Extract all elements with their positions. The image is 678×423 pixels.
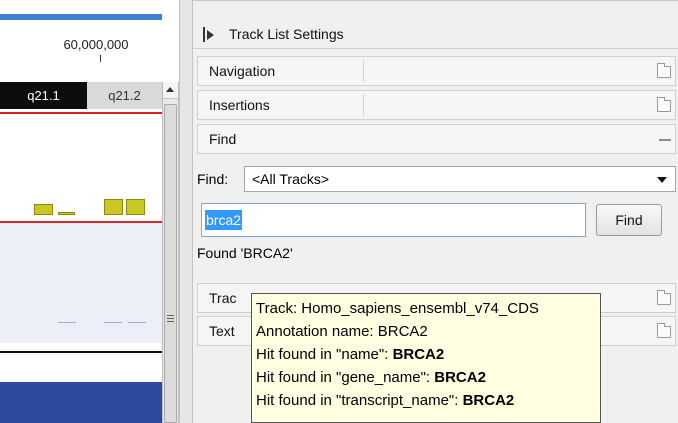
track-scope-value: <All Tracks> bbox=[252, 171, 330, 187]
tooltip-annotation: Annotation name: BRCA2 bbox=[256, 323, 428, 340]
feature-bar[interactable] bbox=[104, 199, 123, 215]
section-label: Trac bbox=[209, 290, 237, 306]
dropdown-arrow-icon[interactable] bbox=[657, 177, 667, 183]
track-area bbox=[0, 223, 162, 343]
folder-icon[interactable] bbox=[657, 290, 671, 305]
find-search-input[interactable]: brca2 bbox=[201, 203, 586, 237]
coordinate-tick bbox=[100, 55, 101, 62]
collapse-section-icon[interactable] bbox=[659, 139, 671, 141]
section-label: Text bbox=[209, 323, 235, 339]
view-top-bar bbox=[0, 14, 162, 20]
hit-tooltip: Track: Homo_sapiens_ensembl_v74_CDS Anno… bbox=[251, 293, 601, 423]
find-button[interactable]: Find bbox=[596, 204, 662, 236]
chromosome-band-q21-2[interactable]: q21.2 bbox=[87, 82, 162, 109]
feature-bar[interactable] bbox=[58, 212, 75, 215]
panel-splitter[interactable] bbox=[179, 0, 193, 423]
folder-icon[interactable] bbox=[657, 97, 671, 112]
track-line bbox=[0, 351, 162, 353]
feature-dash bbox=[58, 322, 76, 323]
tooltip-track: Track: Homo_sapiens_ensembl_v74_CDS bbox=[256, 300, 539, 317]
coordinate-label: 60,000,000 bbox=[63, 37, 129, 52]
feature-bar[interactable] bbox=[126, 199, 145, 215]
genome-view[interactable]: 60,000,000 q21.1 q21.2 bbox=[0, 0, 162, 423]
section-label: Navigation bbox=[209, 63, 276, 79]
panel-header: Track List Settings bbox=[193, 21, 678, 49]
search-query-text: brca2 bbox=[205, 210, 243, 230]
scroll-thumb[interactable] bbox=[164, 104, 177, 423]
panel-title: Track List Settings bbox=[229, 26, 344, 42]
track-boundary-line bbox=[0, 112, 162, 114]
section-label: Find bbox=[209, 131, 237, 147]
section-find[interactable]: Find bbox=[197, 124, 676, 154]
folder-icon[interactable] bbox=[657, 63, 671, 78]
folder-icon[interactable] bbox=[657, 323, 671, 338]
feature-bar[interactable] bbox=[34, 204, 53, 215]
blue-track-feature[interactable] bbox=[0, 382, 162, 423]
feature-dash bbox=[104, 322, 122, 323]
tooltip-hit-transcript-name: Hit found in "transcript_name": BRCA2 bbox=[256, 392, 515, 409]
collapse-panel-icon[interactable] bbox=[203, 27, 215, 42]
tooltip-hit-gene-name: Hit found in "gene_name": BRCA2 bbox=[256, 369, 486, 386]
find-result-text: Found 'BRCA2' bbox=[197, 245, 293, 261]
scroll-up-icon[interactable] bbox=[163, 82, 178, 99]
section-label: Insertions bbox=[209, 97, 270, 113]
section-insertions[interactable]: Insertions bbox=[197, 90, 676, 120]
feature-dash bbox=[128, 322, 146, 323]
track-scope-select[interactable]: <All Tracks> bbox=[244, 166, 676, 192]
section-navigation[interactable]: Navigation bbox=[197, 56, 676, 86]
grip-icon bbox=[167, 315, 174, 324]
tooltip-hit-name: Hit found in "name": BRCA2 bbox=[256, 346, 445, 363]
find-label: Find: bbox=[197, 171, 229, 187]
find-section-body: Find: <All Tracks> brca2 Find Found 'BRC… bbox=[197, 157, 676, 267]
chromosome-band-q21-1[interactable]: q21.1 bbox=[0, 82, 87, 109]
vertical-scrollbar[interactable] bbox=[162, 82, 179, 423]
